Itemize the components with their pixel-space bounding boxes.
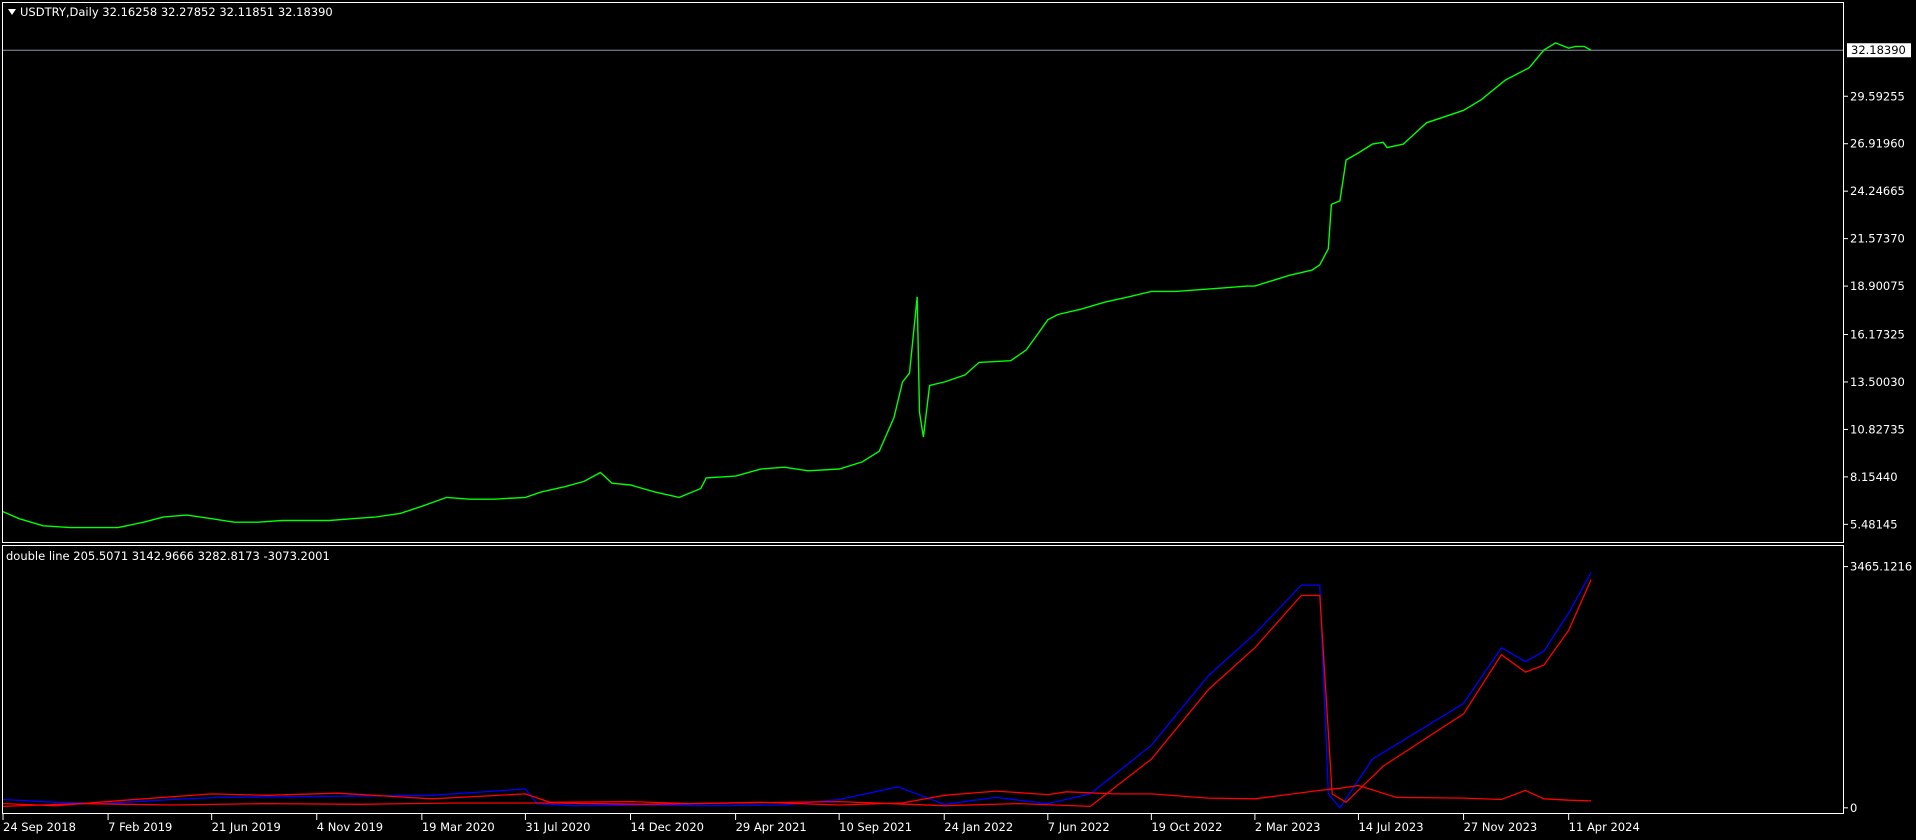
time-tick-label: 19 Oct 2022 (1151, 820, 1222, 834)
price-tick-label: 24.24665 (1850, 184, 1905, 198)
price-tick-label: 26.91960 (1850, 137, 1905, 151)
time-tick-label: 19 Mar 2020 (422, 820, 495, 834)
time-tick-label: 2 Mar 2023 (1255, 820, 1321, 834)
price-header: USDTRY,Daily 32.16258 32.27852 32.11851 … (20, 5, 333, 19)
chart-canvas[interactable]: USDTRY,Daily 32.16258 32.27852 32.11851 … (0, 0, 1916, 840)
price-series-group (2, 42, 1592, 529)
price-tick-label: 18.90075 (1850, 279, 1905, 293)
time-tick-label: 21 Jun 2019 (212, 820, 281, 834)
indicator-panel[interactable]: double line 205.5071 3142.9666 3282.8173… (2, 545, 1913, 815)
time-tick-label: 31 Jul 2020 (525, 820, 590, 834)
price-series-line-0 (2, 42, 1592, 529)
price-tick-label: 8.15440 (1850, 470, 1898, 484)
price-tick-label: 29.59255 (1850, 89, 1905, 103)
indicator-y-axis: 3465.1216 0 (1843, 560, 1912, 815)
time-tick-label: 24 Sep 2018 (3, 820, 76, 834)
time-tick-label: 14 Dec 2020 (631, 820, 704, 834)
price-tick-label: 5.48145 (1850, 517, 1898, 531)
time-tick-label: 14 Jul 2023 (1358, 820, 1423, 834)
chart-menu-triangle-icon[interactable] (8, 9, 16, 15)
indicator-panel-frame (2, 545, 1844, 814)
time-tick-label: 4 Nov 2019 (317, 820, 383, 834)
time-tick-label: 24 Jan 2022 (944, 820, 1013, 834)
price-tick-label: 21.57370 (1850, 232, 1905, 246)
indicator-series-group (2, 572, 1592, 809)
time-tick-label: 7 Feb 2019 (108, 820, 172, 834)
current-price-label: 32.18390 (1851, 43, 1906, 57)
time-tick-label: 10 Sep 2021 (839, 820, 912, 834)
time-tick-label: 29 Apr 2021 (736, 820, 807, 834)
price-tick-label: 10.82735 (1850, 422, 1905, 436)
indicator-header: double line 205.5071 3142.9666 3282.8173… (6, 549, 330, 563)
price-panel[interactable]: USDTRY,Daily 32.16258 32.27852 32.11851 … (2, 2, 1912, 543)
time-axis: 24 Sep 2018 7 Feb 2019 21 Jun 2019 4 Nov 20… (2, 814, 1640, 834)
price-y-axis: 29.59255 26.91960 24.24665 21.57370 18.90075… (1843, 43, 1911, 531)
time-tick-label: 11 Apr 2024 (1569, 820, 1640, 834)
indicator-series-line-0 (2, 572, 1592, 809)
price-tick-label: 16.17325 (1850, 328, 1905, 342)
indicator-tick-label: 0 (1850, 801, 1857, 815)
chart-window[interactable]: USDTRY,Daily 32.16258 32.27852 32.11851 … (0, 0, 1916, 840)
price-tick-label: 13.50030 (1850, 375, 1905, 389)
time-tick-label: 7 Jun 2022 (1048, 820, 1110, 834)
indicator-series-line-2 (2, 579, 1592, 808)
indicator-tick-label: 3465.1216 (1850, 560, 1912, 574)
price-panel-frame (2, 2, 1844, 543)
time-tick-label: 27 Nov 2023 (1464, 820, 1538, 834)
